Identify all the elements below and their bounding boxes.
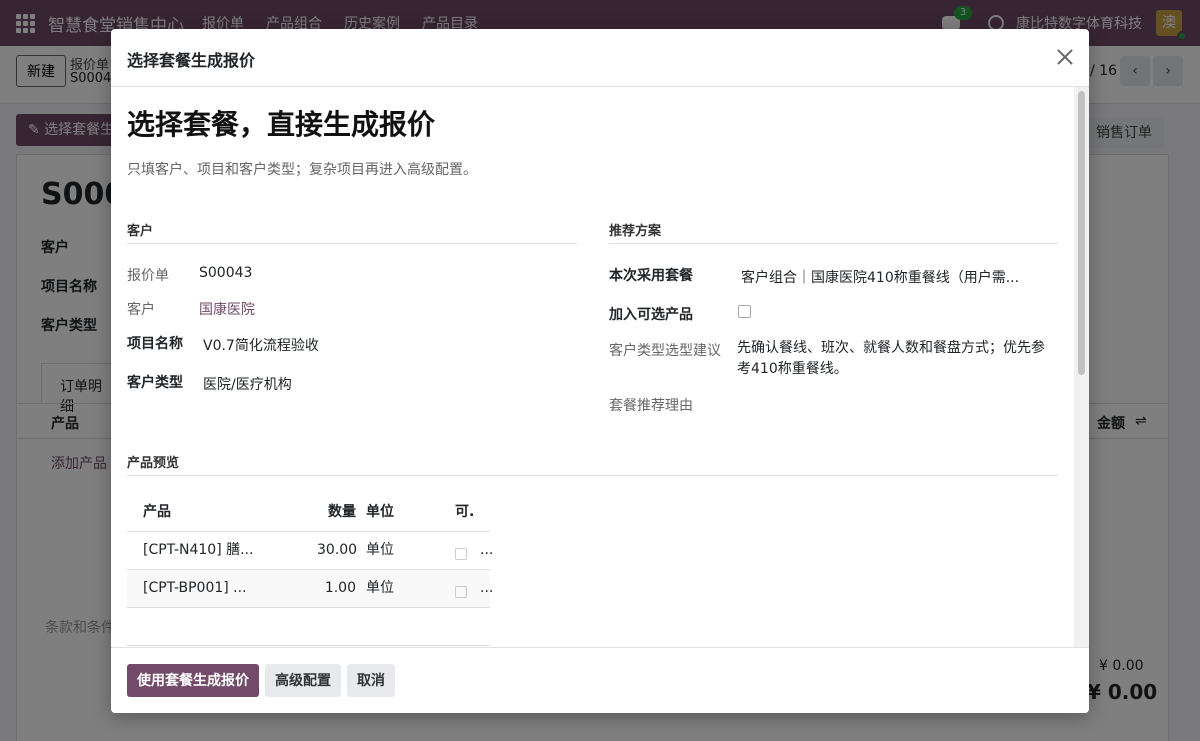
dialog-scrollbar[interactable] — [1074, 87, 1089, 647]
project-input[interactable]: V0.7简化流程验收 — [203, 335, 319, 355]
row-optional-checkbox[interactable] — [455, 548, 467, 560]
choose-package-dialog: 选择套餐生成报价 选择套餐，直接生成报价 只填客户、项目和客户类型；复杂项目再进… — [111, 29, 1089, 713]
package-select[interactable]: 客户组合｜国康医院410称重餐线（用户需... — [741, 267, 1019, 287]
optional-products-checkbox[interactable] — [738, 305, 751, 318]
package-label: 本次采用套餐 — [609, 268, 693, 284]
col-header-optional[interactable]: 可. — [455, 493, 474, 531]
wizard-heading: 选择套餐，直接生成报价 — [127, 108, 436, 141]
customer-link[interactable]: 国康医院 — [199, 299, 255, 319]
wizard-subtitle: 只填客户、项目和客户类型；复杂项目再进入高级配置。 — [127, 162, 477, 178]
row-qty: 30.00 — [317, 542, 358, 558]
row-product: [CPT-BP001] ... — [143, 580, 247, 596]
type-advice-value: 先确认餐线、班次、就餐人数和餐盘方式；优先参考410称重餐线。 — [737, 340, 1045, 377]
project-label: 项目名称 — [127, 336, 183, 352]
quote-label: 报价单 — [127, 268, 169, 284]
cancel-button[interactable]: 取消 — [347, 664, 395, 697]
row-qty: 1.00 — [324, 580, 356, 596]
col-header-unit[interactable]: 单位 — [366, 493, 394, 531]
row-more: ... — [480, 542, 494, 558]
dialog-body: 选择套餐，直接生成报价 只填客户、项目和客户类型；复杂项目再进入高级配置。 客户… — [111, 87, 1074, 647]
customer-type-select[interactable]: 医院/医疗机构 — [203, 374, 292, 394]
quote-value: S00043 — [199, 265, 253, 281]
dialog-title: 选择套餐生成报价 — [127, 51, 256, 70]
row-optional-checkbox[interactable] — [455, 586, 467, 598]
dialog-footer: 使用套餐生成报价 高级配置 取消 — [111, 647, 1089, 713]
customer-type-label: 客户类型 — [127, 375, 183, 391]
row-unit: 单位 — [366, 542, 394, 558]
recommend-reason-label: 套餐推荐理由 — [609, 398, 693, 414]
section-recommendation: 推荐方案 — [609, 220, 1058, 244]
col-header-qty[interactable]: 数量 — [328, 493, 356, 531]
row-unit: 单位 — [366, 580, 394, 596]
generate-quote-button[interactable]: 使用套餐生成报价 — [127, 664, 259, 697]
section-customer: 客户 — [127, 220, 577, 244]
col-header-product[interactable]: 产品 — [143, 493, 171, 531]
section-product-preview: 产品预览 — [127, 452, 1058, 476]
optional-products-label: 加入可选产品 — [609, 307, 693, 323]
row-more: ... — [480, 580, 494, 596]
customer-label: 客户 — [127, 302, 155, 318]
type-advice-label: 客户类型选型建议 — [609, 343, 721, 359]
dialog-header: 选择套餐生成报价 — [111, 29, 1089, 87]
advanced-config-button[interactable]: 高级配置 — [265, 664, 341, 697]
row-product: [CPT-N410] 膳... — [143, 542, 254, 558]
close-icon[interactable] — [1055, 47, 1075, 67]
